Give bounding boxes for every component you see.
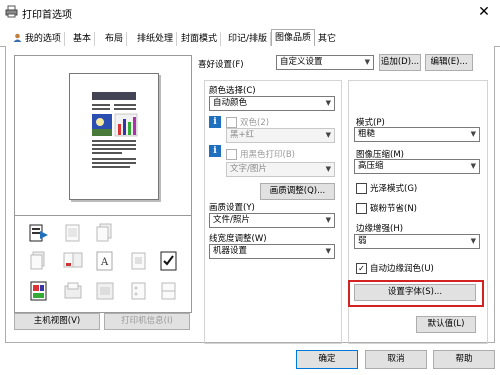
compression-value: 高压缩 xyxy=(358,161,384,171)
color-check-icon xyxy=(160,251,177,271)
edge-label: 边缘增强(H) xyxy=(356,224,404,234)
tray-icon xyxy=(64,282,82,299)
chevron-down-icon: ▼ xyxy=(325,216,331,224)
gloss-label: 光泽模式(G) xyxy=(370,184,418,194)
preview-page xyxy=(69,73,159,200)
staple-icon xyxy=(65,224,80,242)
tab-label: 我的选项 xyxy=(24,34,61,44)
dual-color-value: 黑+红 xyxy=(230,130,255,140)
booklet-icon xyxy=(63,252,83,268)
tab-cover-mode[interactable]: 封面模式 xyxy=(178,32,222,46)
tab-stamp-layout[interactable]: 印记/排版 xyxy=(225,32,272,46)
chevron-down-icon: ▼ xyxy=(470,162,476,170)
help-button[interactable]: 帮助 xyxy=(433,350,495,369)
chevron-down-icon: ▼ xyxy=(325,131,331,139)
chevron-down-icon: ▼ xyxy=(470,237,476,245)
ok-button[interactable]: 确定 xyxy=(296,350,358,369)
info-icon[interactable]: i xyxy=(209,116,221,128)
quality-adjust-button[interactable]: 画质调整(Q)... xyxy=(260,183,335,200)
image-settings-value: 文件/照片 xyxy=(213,215,250,225)
window-title: 打印首选项 xyxy=(22,10,72,21)
stack-icon xyxy=(96,223,112,242)
black-print-label: 用黑色打印(B) xyxy=(240,150,295,160)
edit-favorite-button[interactable]: 编辑(E)... xyxy=(425,54,473,71)
black-print-select[interactable]: 文字/图片 ▼ xyxy=(226,162,335,177)
chevron-down-icon: ▼ xyxy=(325,247,331,255)
chevron-down-icon: ▼ xyxy=(364,58,370,66)
auto-trap-checkbox[interactable]: ✓ xyxy=(356,263,367,274)
close-icon[interactable]: ✕ xyxy=(474,3,494,21)
dual-color-select[interactable]: 黑+红 ▼ xyxy=(226,128,335,143)
overlay-icon xyxy=(131,252,146,270)
svg-text:A: A xyxy=(100,257,109,268)
image-settings-label: 画质设置(Y) xyxy=(209,203,255,213)
tab-my-options[interactable]: 我的选项 xyxy=(10,32,65,46)
duplex-icon xyxy=(30,251,45,270)
line-width-select[interactable]: 机器设置 ▼ xyxy=(209,244,335,259)
line-width-value: 机器设置 xyxy=(213,246,248,256)
text-stamp-icon: A xyxy=(96,251,113,271)
auto-trap-label: 自动边缘润色(U) xyxy=(370,264,434,274)
tab-basic[interactable]: 基本 xyxy=(70,32,96,46)
edge-value: 弱 xyxy=(358,236,367,246)
default-button[interactable]: 默认值(L) xyxy=(416,316,476,333)
add-favorite-button[interactable]: 追加(D)... xyxy=(379,54,421,71)
image-settings-select[interactable]: 文件/照片 ▼ xyxy=(209,213,335,228)
printer-info-button[interactable]: 打印机信息(I) xyxy=(104,313,190,330)
fold-icon xyxy=(161,282,176,300)
toner-save-checkbox[interactable] xyxy=(356,203,367,214)
finisher-icon xyxy=(96,282,114,300)
title-bar: 打印首选项 ✕ xyxy=(0,0,500,24)
toner-save-label: 碳粉节省(N) xyxy=(370,204,417,214)
tab-paper-output[interactable]: 排纸处理 xyxy=(134,32,178,46)
color-select[interactable]: 自动颜色 ▼ xyxy=(209,96,335,111)
edge-select[interactable]: 弱 ▼ xyxy=(354,234,480,249)
cancel-button[interactable]: 取消 xyxy=(365,350,427,369)
favorites-value: 自定义设置 xyxy=(280,57,323,67)
chevron-down-icon: ▼ xyxy=(470,130,476,138)
tab-layout[interactable]: 布局 xyxy=(102,32,128,46)
mode-value: 粗糙 xyxy=(358,129,376,139)
gloss-checkbox[interactable] xyxy=(356,183,367,194)
color-page-icon xyxy=(30,281,47,301)
color-value: 自动颜色 xyxy=(213,98,248,108)
punch-icon xyxy=(131,282,146,300)
font-settings-button[interactable]: 设置字体(S)... xyxy=(354,284,476,301)
chevron-down-icon: ▼ xyxy=(325,99,331,107)
dual-color-label: 双色(2) xyxy=(240,118,270,128)
printer-icon xyxy=(5,5,18,18)
dual-color-checkbox[interactable] xyxy=(226,117,237,128)
favorites-label: 喜好设置(F) xyxy=(198,60,244,70)
compression-select[interactable]: 高压缩 ▼ xyxy=(354,159,480,174)
main-view-button[interactable]: 主机视图(V) xyxy=(14,313,100,330)
black-print-value: 文字/图片 xyxy=(230,164,267,174)
info-icon[interactable]: i xyxy=(209,145,221,157)
mode-select[interactable]: 粗糙 ▼ xyxy=(354,127,480,142)
favorites-select[interactable]: 自定义设置 ▼ xyxy=(276,55,374,70)
tab-other[interactable]: 其它 xyxy=(315,32,339,46)
color-label: 颜色选择(C) xyxy=(209,86,256,96)
black-print-checkbox[interactable] xyxy=(226,149,237,160)
line-width-label: 线宽度调整(W) xyxy=(209,234,267,244)
chevron-down-icon: ▼ xyxy=(325,165,331,173)
print-icon xyxy=(29,224,48,242)
page-thumbnail-image xyxy=(92,92,138,168)
user-icon xyxy=(13,33,22,42)
